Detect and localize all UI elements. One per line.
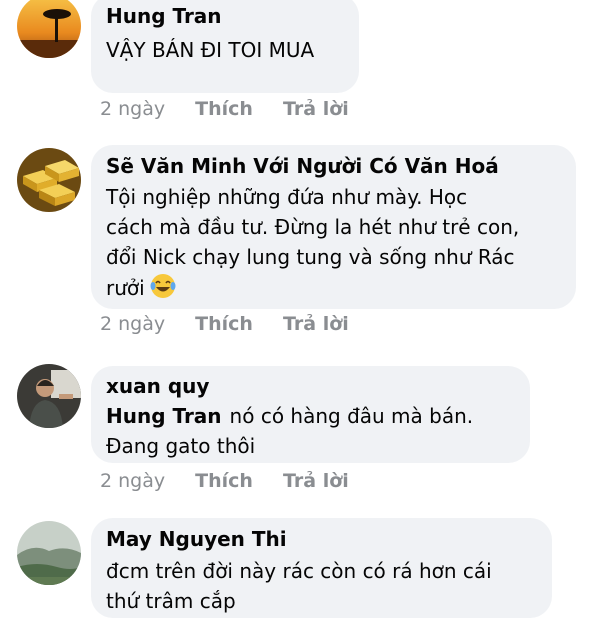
comment-text-line: thứ trâm cắp [106, 589, 236, 613]
comment-time[interactable]: 2 ngày [100, 470, 165, 492]
like-button[interactable]: Thích [195, 470, 253, 492]
comment-bubble: xuan quy Hung Tran nó có hàng đâu mà bán.… [91, 366, 530, 463]
comment-actions: 2 ngày Thích Trả lời [100, 313, 373, 343]
comment-bubble: Sẽ Văn Minh Với Người Có Văn Hoá Tội ngh… [91, 145, 576, 309]
comment-text-line: đổi Nick chạy lung tung và sống như Rác [106, 245, 515, 269]
avatar[interactable] [17, 521, 81, 585]
comment-bubble: May Nguyen Thi đcm trên đời này rác còn … [91, 518, 552, 618]
comment-text: Hung Tran nó có hàng đâu mà bán. Đang gat… [106, 401, 515, 461]
avatar[interactable] [17, 0, 81, 58]
comment-text-line-last: rưởi [106, 272, 561, 308]
comment-time[interactable]: 2 ngày [100, 98, 165, 120]
reply-button[interactable]: Trả lời [283, 313, 349, 335]
comment-text-line: cách mà đầu tư. Đừng la hét như trẻ con, [106, 215, 520, 239]
comment-text-line: Đang gato thôi [106, 434, 256, 458]
comment-actions: 2 ngày Thích Trả lời [100, 98, 373, 128]
comment-bubble: Hung Tran VẬY BÁN ĐI TOI MUA [91, 0, 359, 93]
comment-time[interactable]: 2 ngày [100, 313, 165, 335]
reply-button[interactable]: Trả lời [283, 470, 349, 492]
like-button[interactable]: Thích [195, 98, 253, 120]
sunset-tree-avatar-icon [17, 0, 81, 58]
person-photo-avatar-icon [17, 364, 81, 428]
comment-author[interactable]: Sẽ Văn Minh Với Người Có Văn Hoá [106, 154, 561, 179]
landscape-avatar-icon [17, 521, 81, 585]
reply-button[interactable]: Trả lời [283, 98, 349, 120]
comment-author[interactable]: xuan quy [106, 374, 515, 399]
comment-text-line: rưởi [106, 276, 145, 300]
comment-text-line: đcm trên đời này rác còn có rá hơn cái [106, 559, 492, 583]
comment-author[interactable]: May Nguyen Thi [106, 527, 537, 552]
laughing-tears-emoji-icon [149, 272, 177, 308]
comment-text-line: Tội nghiệp những đứa như mày. Học [106, 185, 468, 209]
avatar[interactable] [17, 364, 81, 428]
like-button[interactable]: Thích [195, 313, 253, 335]
comment-text: VẬY BÁN ĐI TOI MUA [106, 38, 315, 62]
comment-text-segment: nó có hàng đâu mà bán. [229, 404, 474, 428]
mention-link[interactable]: Hung Tran [106, 404, 222, 428]
gold-bars-avatar-icon [17, 148, 81, 212]
comment-actions: 2 ngày Thích Trả lời [100, 470, 373, 500]
comment-text: Tội nghiệp những đứa như mày. Học cách m… [106, 182, 561, 308]
comment-text-line: Hung Tran nó có hàng đâu mà bán. [106, 401, 515, 431]
comment-author[interactable]: Hung Tran [106, 4, 344, 29]
comment-text: đcm trên đời này rác còn có rá hơn cái t… [106, 556, 537, 616]
avatar[interactable] [17, 148, 81, 212]
